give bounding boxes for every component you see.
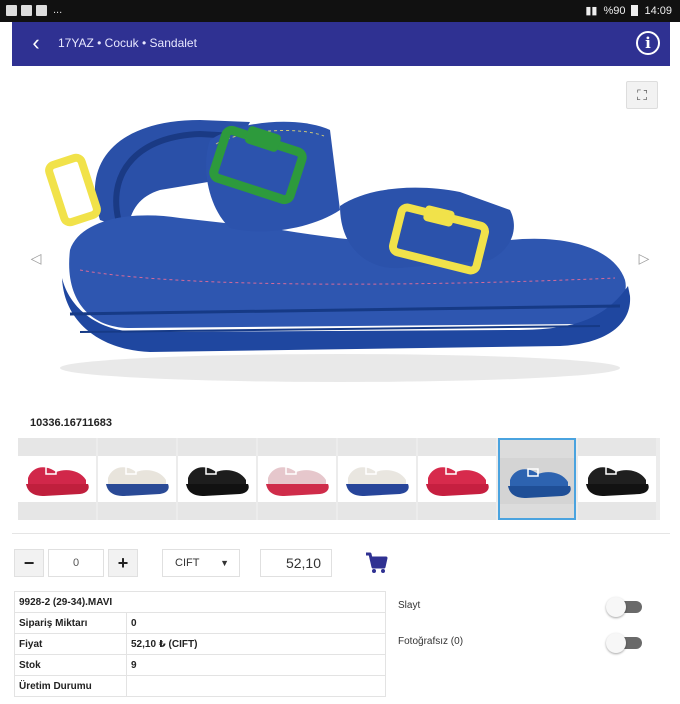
decrease-quantity-button[interactable]: − bbox=[14, 549, 44, 577]
quantity-input[interactable]: 0 bbox=[48, 549, 104, 577]
divider bbox=[12, 533, 670, 534]
thumbnail-strip bbox=[18, 438, 660, 520]
chevron-down-icon: ▼ bbox=[220, 558, 229, 568]
notification-icon bbox=[6, 4, 17, 16]
status-system: ▮▮ %90 14:09 bbox=[585, 4, 672, 18]
table-row: Üretim Durumu bbox=[14, 675, 386, 697]
slideshow-label: Slayt bbox=[398, 600, 421, 611]
variant-name: 9928-2 (29-34).MAVI bbox=[14, 591, 386, 613]
thumbnail-5[interactable] bbox=[338, 438, 416, 520]
thumbnail-sandal-image bbox=[508, 468, 571, 498]
notification-icon bbox=[21, 4, 32, 16]
increase-quantity-button[interactable]: + bbox=[108, 549, 138, 577]
thumbnail-sandal-image bbox=[106, 466, 169, 496]
thumbnail-3[interactable] bbox=[178, 438, 256, 520]
no-photo-label: Fotoğrafsız (0) bbox=[398, 636, 464, 647]
add-to-cart-button[interactable] bbox=[362, 549, 390, 577]
table-row: Sipariş Miktarı 0 bbox=[14, 612, 386, 634]
notification-icon bbox=[36, 4, 47, 16]
table-row: 9928-2 (29-34).MAVI bbox=[14, 591, 386, 613]
signal-icon: ▮▮ bbox=[585, 5, 598, 17]
unit-select-value: CIFT bbox=[175, 557, 200, 569]
no-photo-toggle[interactable] bbox=[606, 633, 644, 653]
status-notifications: ... bbox=[6, 4, 62, 16]
product-code: 10336.16711683 bbox=[30, 417, 112, 429]
back-button[interactable]: ‹ bbox=[22, 30, 50, 58]
detail-value: 52,10 ₺ (CIFT) bbox=[126, 633, 386, 655]
detail-label: Sipariş Miktarı bbox=[14, 612, 127, 634]
chevron-right-icon: ▷ bbox=[638, 250, 650, 266]
detail-label: Üretim Durumu bbox=[14, 675, 127, 697]
arrow-left-icon: ‹ bbox=[32, 30, 40, 55]
detail-label: Fiyat bbox=[14, 633, 127, 655]
thumbnail-8[interactable] bbox=[578, 438, 656, 520]
thumbnail-4[interactable] bbox=[258, 438, 336, 520]
toggle-knob bbox=[606, 633, 626, 653]
thumbnail-1[interactable] bbox=[18, 438, 96, 520]
battery-icon bbox=[631, 5, 639, 16]
info-button[interactable]: i bbox=[636, 31, 660, 55]
thumbnail-sandal-image bbox=[426, 466, 489, 496]
detail-value: 0 bbox=[126, 612, 386, 634]
battery-percent: %90 bbox=[603, 4, 626, 17]
cart-icon bbox=[366, 552, 388, 573]
thumbnail-sandal-image bbox=[186, 466, 249, 496]
page-title: 17YAZ • Cocuk • Sandalet bbox=[58, 36, 197, 50]
thumbnail-6[interactable] bbox=[418, 438, 496, 520]
toggle-knob bbox=[606, 597, 626, 617]
thumbnail-sandal-image bbox=[266, 466, 329, 496]
thumbnail-2[interactable] bbox=[98, 438, 176, 520]
unit-select[interactable]: CIFT ▼ bbox=[162, 549, 240, 577]
clock: 14:09 bbox=[644, 4, 672, 17]
thumbnail-7[interactable] bbox=[498, 438, 576, 520]
product-image bbox=[45, 120, 631, 382]
thumbnail-sandal-image bbox=[346, 466, 409, 496]
thumbnail-sandal-image bbox=[26, 466, 89, 496]
info-icon: i bbox=[645, 34, 651, 52]
product-details-table: 9928-2 (29-34).MAVI Sipariş Miktarı 0 Fi… bbox=[14, 591, 386, 697]
app-bar: ‹ 17YAZ • Cocuk • Sandalet i bbox=[12, 22, 670, 66]
status-bar: ... ▮▮ %90 14:09 bbox=[0, 0, 680, 22]
table-row: Fiyat 52,10 ₺ (CIFT) bbox=[14, 633, 386, 655]
detail-value: 9 bbox=[126, 654, 386, 676]
slideshow-toggle[interactable] bbox=[606, 597, 644, 617]
detail-label: Stok bbox=[14, 654, 127, 676]
table-row: Stok 9 bbox=[14, 654, 386, 676]
thumbnail-sandal-image bbox=[586, 466, 649, 496]
status-overflow: ... bbox=[53, 4, 63, 16]
price-field[interactable]: 52,10 bbox=[260, 549, 332, 577]
detail-value bbox=[126, 675, 386, 697]
